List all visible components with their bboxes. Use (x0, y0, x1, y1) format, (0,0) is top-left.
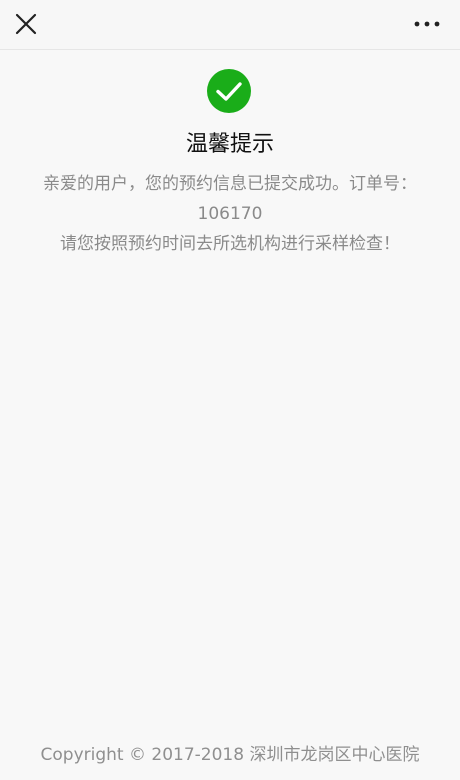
instruction-message: 请您按照预约时间去所选机构进行采样检查！ (60, 234, 400, 254)
more-icon (414, 21, 440, 27)
order-number: 106170 (197, 204, 263, 224)
copyright-footer: Copyright © 2017-2018 深圳市龙岗区中心医院 (40, 745, 420, 765)
top-bar (0, 0, 460, 50)
success-message: 亲爱的用户，您的预约信息已提交成功。订单号： (43, 174, 417, 194)
page-title: 温馨提示 (185, 132, 274, 157)
close-button[interactable] (12, 10, 40, 38)
check-circle-icon (207, 69, 251, 113)
more-button[interactable] (412, 14, 442, 34)
close-icon (15, 13, 37, 35)
